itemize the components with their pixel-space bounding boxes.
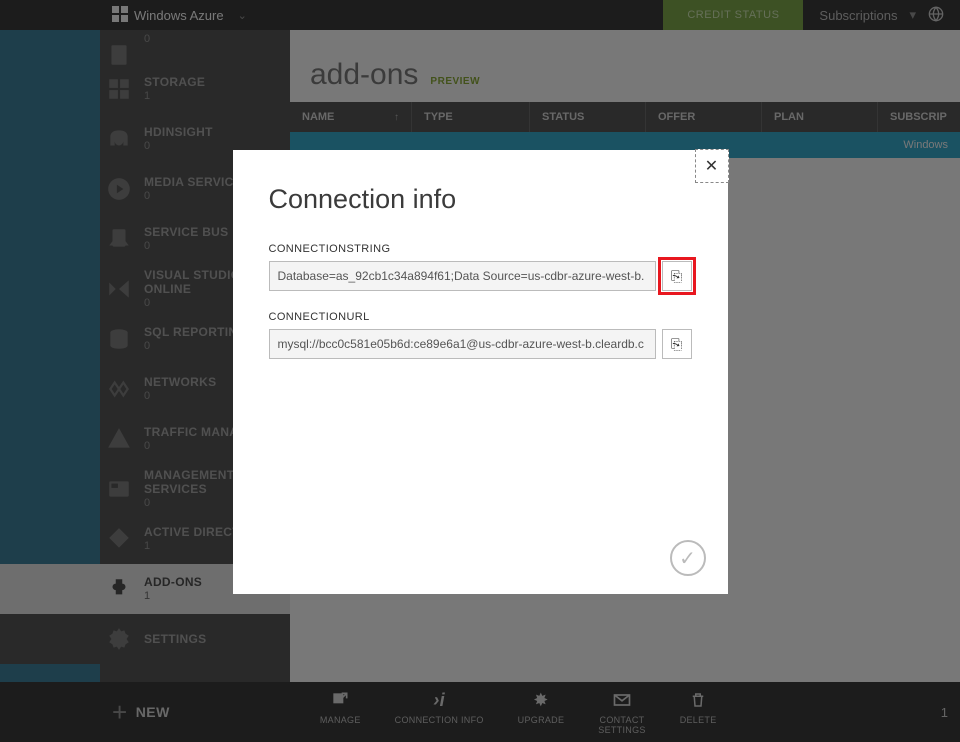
connection-info-modal: ✕ Connection info CONNECTIONSTRING ⎘ CONNE… [233, 150, 728, 594]
confirm-button[interactable]: ✓ [670, 540, 706, 576]
copy-icon: ⎘ [671, 268, 682, 285]
modal-title: Connection info [269, 184, 692, 215]
field-label: CONNECTIONURL [269, 311, 692, 323]
close-button[interactable]: ✕ [695, 149, 729, 183]
connectionstring-input[interactable] [269, 261, 656, 291]
modal-overlay[interactable]: ✕ Connection info CONNECTIONSTRING ⎘ CONNE… [0, 0, 960, 742]
check-icon: ✓ [679, 546, 696, 571]
close-icon: ✕ [705, 156, 718, 176]
copy-icon: ⎘ [671, 336, 682, 353]
field-label: CONNECTIONSTRING [269, 243, 692, 255]
copy-button[interactable]: ⎘ [662, 329, 692, 359]
connectionurl-input[interactable] [269, 329, 656, 359]
copy-button[interactable]: ⎘ [662, 261, 692, 291]
